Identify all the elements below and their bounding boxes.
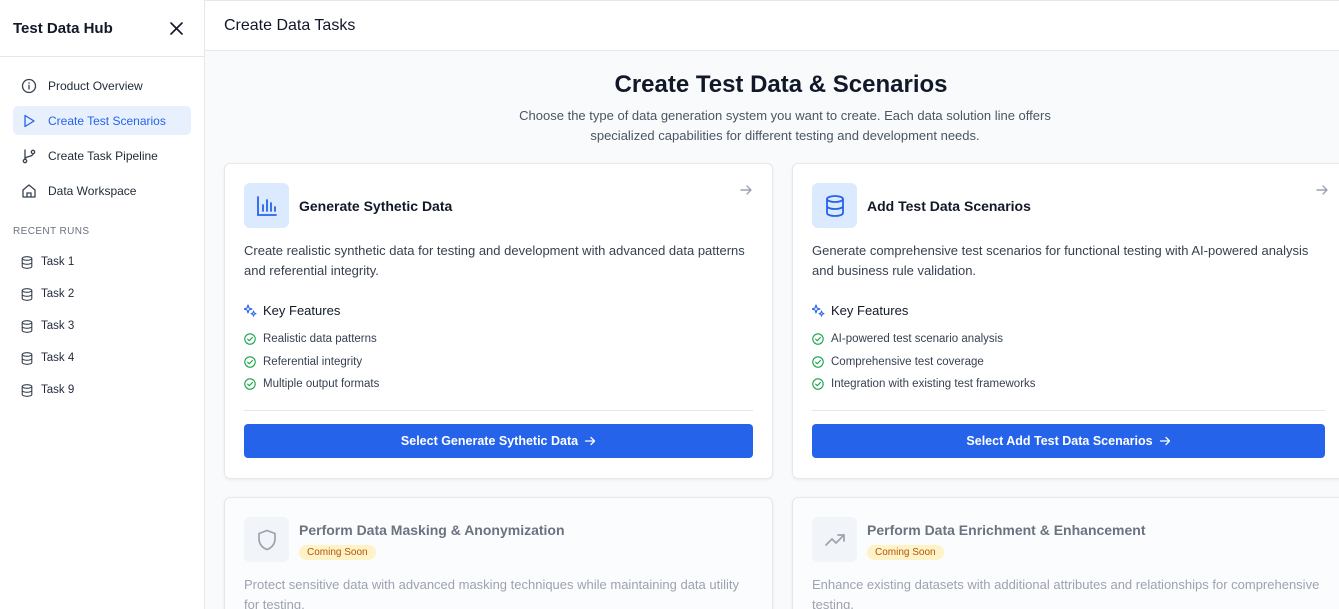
database-icon [21, 319, 33, 333]
recent-run-label: Task 3 [41, 320, 75, 332]
feature-item: Realistic data patterns [244, 328, 379, 351]
recent-run-item[interactable]: Task 4 [0, 342, 204, 374]
sidebar-item-label: Create Test Scenarios [48, 113, 166, 128]
database-icon [21, 351, 33, 365]
card-title: Perform Data Enrichment & Enhancement [867, 522, 1146, 538]
sparkles-icon [812, 304, 825, 317]
sidebar-item-product-overview[interactable]: Product Overview [13, 71, 191, 100]
bar-chart-icon [244, 183, 289, 228]
feature-item: Multiple output formats [244, 373, 379, 396]
hero-title: Create Test Data & Scenarios [614, 71, 948, 98]
check-circle-icon [812, 378, 824, 390]
card-description: Enhance existing datasets with additiona… [812, 577, 1320, 609]
sidebar-item-create-test-scenarios[interactable]: Create Test Scenarios [13, 106, 191, 135]
key-features-heading: Key Features [244, 303, 340, 318]
arrow-right-icon[interactable] [739, 183, 753, 202]
recent-run-item[interactable]: Task 9 [0, 374, 204, 406]
recent-run-label: Task 9 [41, 384, 75, 396]
database-icon [21, 287, 33, 301]
top-bar: Create Data Tasks [205, 0, 1339, 51]
coming-soon-badge: Coming Soon [867, 545, 944, 560]
feature-label: Comprehensive test coverage [831, 355, 984, 368]
key-features-label: Key Features [263, 303, 341, 318]
main-content: Create Test Data & Scenarios Choose the … [205, 51, 1339, 609]
branch-icon [22, 149, 36, 163]
play-icon [24, 114, 35, 127]
feature-item: Integration with existing test framework… [812, 373, 1036, 396]
button-label: Select Generate Sythetic Data [400, 434, 579, 448]
home-icon [22, 183, 36, 198]
button-label: Select Add Test Data Scenarios [966, 434, 1153, 448]
sidebar-item-create-task-pipeline[interactable]: Create Task Pipeline [13, 141, 191, 170]
sidebar: Test Data Hub Product Overview Create Te… [0, 0, 205, 609]
feature-item: AI-powered test scenario analysis [812, 328, 1036, 351]
check-circle-icon [812, 333, 824, 345]
feature-label: AI-powered test scenario analysis [831, 333, 1003, 346]
card-data-masking: Perform Data Masking & Anonymization Com… [224, 497, 773, 609]
hero-subtitle: Choose the type of data generation syste… [519, 108, 1051, 143]
page-title: Create Data Tasks [224, 16, 356, 34]
card-title: Add Test Data Scenarios [867, 198, 1031, 214]
check-circle-icon [244, 378, 256, 390]
feature-label: Referential integrity [263, 355, 363, 368]
recent-run-label: Task 1 [41, 256, 75, 268]
feature-item: Comprehensive test coverage [812, 351, 1036, 374]
arrow-right-icon[interactable] [1315, 183, 1329, 202]
key-features-heading: Key Features [812, 303, 908, 318]
close-icon[interactable] [168, 20, 184, 36]
feature-label: Integration with existing test framework… [831, 378, 1036, 391]
key-features-label: Key Features [831, 303, 909, 318]
arrow-right-icon [1159, 436, 1170, 446]
trending-up-icon [812, 517, 857, 562]
card-data-enrichment: Perform Data Enrichment & Enhancement Co… [792, 497, 1339, 609]
database-icon [21, 383, 33, 397]
sidebar-item-data-workspace[interactable]: Data Workspace [13, 176, 191, 205]
check-circle-icon [244, 356, 256, 368]
sidebar-item-label: Data Workspace [48, 183, 137, 198]
recent-run-item[interactable]: Task 2 [0, 278, 204, 310]
sparkles-icon [244, 304, 257, 317]
card-generate-synthetic-data[interactable]: Generate Sythetic Data Create realistic … [224, 163, 773, 479]
card-divider [244, 410, 753, 411]
card-add-test-data-scenarios[interactable]: Add Test Data Scenarios Generate compreh… [792, 163, 1339, 479]
feature-item: Referential integrity [244, 351, 379, 374]
card-description: Generate comprehensive test scenarios fo… [812, 243, 1309, 278]
app-title: Test Data Hub [13, 19, 113, 37]
check-circle-icon [812, 356, 824, 368]
feature-list: Realistic data patterns Referential inte… [244, 328, 379, 396]
card-description: Create realistic synthetic data for test… [244, 243, 745, 278]
select-add-test-data-scenarios-button[interactable]: Select Add Test Data Scenarios [812, 424, 1325, 458]
database-icon [21, 255, 33, 269]
recent-run-item[interactable]: Task 1 [0, 246, 204, 278]
card-divider [812, 410, 1325, 411]
sidebar-item-label: Product Overview [48, 78, 143, 93]
coming-soon-badge: Coming Soon [299, 545, 376, 560]
arrow-right-icon [584, 436, 596, 446]
sidebar-item-label: Create Task Pipeline [48, 148, 158, 163]
card-title: Perform Data Masking & Anonymization [299, 522, 565, 538]
recent-runs-heading: RECENT RUNS [13, 226, 90, 237]
feature-label: Realistic data patterns [263, 333, 377, 346]
check-circle-icon [244, 333, 256, 345]
shield-icon [244, 517, 289, 562]
sidebar-header: Test Data Hub [0, 0, 204, 57]
info-icon [21, 78, 37, 93]
recent-run-label: Task 4 [41, 352, 75, 364]
feature-label: Multiple output formats [263, 378, 380, 391]
database-icon [812, 183, 857, 228]
recent-run-item[interactable]: Task 3 [0, 310, 204, 342]
select-generate-synthetic-data-button[interactable]: Select Generate Sythetic Data [244, 424, 753, 458]
feature-list: AI-powered test scenario analysis Compre… [812, 328, 1036, 396]
card-title: Generate Sythetic Data [299, 198, 453, 214]
card-description: Protect sensitive data with advanced mas… [244, 577, 739, 609]
recent-run-label: Task 2 [41, 288, 75, 300]
recent-runs-list: Task 1 Task 2 Task 3 Task 4 Task 9 [0, 246, 204, 406]
sidebar-nav: Product Overview Create Test Scenarios C… [0, 57, 204, 205]
